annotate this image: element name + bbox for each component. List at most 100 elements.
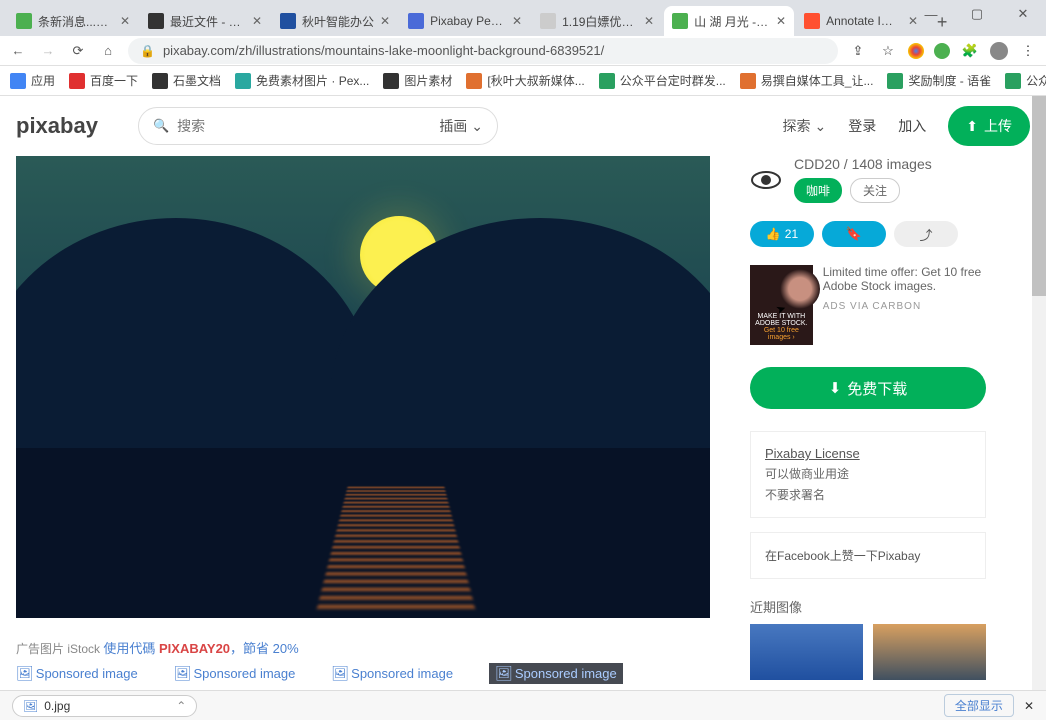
- thumbs-up-icon: 👍: [766, 227, 781, 241]
- tab-favicon: [672, 13, 688, 29]
- facebook-box[interactable]: 在Facebook上赞一下Pixabay: [750, 532, 986, 579]
- sponsored-image[interactable]: Sponsored image: [331, 663, 453, 684]
- close-icon[interactable]: ✕: [120, 14, 130, 28]
- sponsored-image[interactable]: Sponsored image: [16, 663, 138, 684]
- close-icon[interactable]: ✕: [252, 14, 262, 28]
- search-type-dropdown[interactable]: 插画 ⌄: [439, 116, 483, 136]
- chevron-up-icon[interactable]: ⌃: [176, 699, 186, 713]
- recent-image[interactable]: [873, 624, 986, 680]
- ad-text: Limited time offer: Get 10 free Adobe St…: [823, 265, 986, 293]
- sponsored-code: PIXABAY20: [159, 641, 230, 656]
- bookmark-item[interactable]: 奖励制度 - 语雀: [887, 72, 991, 89]
- tab-favicon: [540, 13, 556, 29]
- bookmark-apps[interactable]: 应用: [10, 72, 55, 89]
- tab-title: 山 湖 月光 - Pix: [694, 13, 770, 30]
- sponsored-suffix: ，節省 20%: [230, 641, 299, 656]
- header-nav: 探索⌄ 登录 加入 ⬆上传: [783, 106, 1030, 146]
- author-avatar[interactable]: [750, 170, 782, 190]
- share-icon: ⤴: [919, 225, 932, 244]
- bookmark-item[interactable]: 百度一下: [69, 72, 138, 89]
- share-button[interactable]: ⤴: [894, 221, 958, 247]
- bookmark-favicon: [1005, 73, 1021, 89]
- tab-2[interactable]: 秋叶智能办公✕: [272, 6, 398, 36]
- download-item[interactable]: 🖼 0.jpg ⌃: [12, 695, 197, 717]
- page-content: pixabay 🔍 插画 ⌄ 探索⌄ 登录 加入 ⬆上传 广告图片 iStock: [0, 96, 1046, 690]
- author-row: CDD20 / 1408 images 咖啡 关注: [750, 156, 986, 203]
- scrollbar[interactable]: [1032, 96, 1046, 690]
- close-downloads-icon[interactable]: ✕: [1024, 699, 1034, 713]
- bookmark-item[interactable]: 图片素材: [383, 72, 452, 89]
- lock-icon: 🔒: [140, 44, 155, 58]
- extensions-icon[interactable]: 🧩: [960, 41, 980, 61]
- home-button[interactable]: ⌂: [98, 43, 118, 58]
- tab-5-active[interactable]: 山 湖 月光 - Pix ✕: [664, 6, 794, 36]
- scroll-thumb[interactable]: [1032, 96, 1046, 296]
- follow-button[interactable]: 关注: [850, 178, 900, 203]
- reload-button[interactable]: ⟳: [68, 43, 88, 59]
- close-icon[interactable]: ✕: [380, 14, 390, 28]
- recent-image[interactable]: [750, 624, 863, 680]
- url-text: pixabay.com/zh/illustrations/mountains-l…: [163, 43, 604, 58]
- search-icon: 🔍: [153, 118, 169, 134]
- close-icon[interactable]: ✕: [776, 14, 786, 28]
- license-link[interactable]: Pixabay License: [765, 446, 860, 461]
- sponsored-image[interactable]: Sponsored image: [174, 663, 296, 684]
- upload-icon: ⬆: [966, 118, 978, 135]
- profile-icon[interactable]: [990, 42, 1008, 60]
- search-box[interactable]: 🔍 插画 ⌄: [138, 107, 498, 145]
- minimize-button[interactable]: —: [908, 0, 954, 28]
- back-button[interactable]: ←: [8, 43, 28, 58]
- logo[interactable]: pixabay: [16, 113, 98, 139]
- tab-favicon: [148, 13, 164, 29]
- close-icon[interactable]: ✕: [512, 14, 522, 28]
- sponsored-link[interactable]: 使用代碼: [103, 641, 159, 656]
- bookmark-item[interactable]: 易撰自媒体工具_让...: [740, 72, 874, 89]
- bookmark-button[interactable]: 🔖: [822, 221, 886, 247]
- bookmark-star-icon[interactable]: ☆: [878, 41, 898, 61]
- tab-6[interactable]: Annotate Imag✕: [796, 6, 926, 36]
- join-link[interactable]: 加入: [898, 116, 926, 136]
- bookmark-item[interactable]: 公众平台定时群发...: [599, 72, 726, 89]
- explore-link[interactable]: 探索⌄: [783, 116, 827, 136]
- tab-1[interactable]: 最近文件 - 石墨 ✕: [140, 6, 270, 36]
- bookmark-favicon: [599, 73, 615, 89]
- upload-button[interactable]: ⬆上传: [948, 106, 1030, 146]
- menu-icon[interactable]: ⋮: [1018, 41, 1038, 61]
- tab-title: 最近文件 - 石墨: [170, 13, 246, 30]
- like-button[interactable]: 👍21: [750, 221, 814, 247]
- tab-0[interactable]: 条新消息...收到✕: [8, 6, 138, 36]
- show-all-downloads[interactable]: 全部显示: [944, 694, 1014, 717]
- share-icon[interactable]: ⇪: [848, 41, 868, 61]
- search-input[interactable]: [177, 118, 431, 134]
- sidebar: CDD20 / 1408 images 咖啡 关注 👍21 🔖 ⤴ MAKE I…: [750, 156, 986, 684]
- url-input[interactable]: 🔒 pixabay.com/zh/illustrations/mountains…: [128, 38, 838, 64]
- tab-3[interactable]: Pixabay Pexels ✕: [400, 6, 530, 36]
- sponsored-image[interactable]: Sponsored image: [489, 663, 623, 684]
- bookmark-item[interactable]: 免费素材图片 · Pex...: [235, 72, 369, 89]
- forward-button[interactable]: →: [38, 43, 58, 58]
- bookmark-item[interactable]: 公众号: [1005, 72, 1046, 89]
- toolbar-right: ⇪ ☆ 🧩 ⋮: [848, 41, 1038, 61]
- author-name[interactable]: CDD20 / 1408 images: [794, 156, 932, 172]
- license-line: 不要求署名: [765, 486, 971, 503]
- license-box: Pixabay License 可以做商业用途 不要求署名: [750, 431, 986, 518]
- download-button[interactable]: ⬇免费下载: [750, 367, 986, 409]
- ext2-icon[interactable]: [934, 43, 950, 59]
- login-link[interactable]: 登录: [848, 116, 876, 136]
- main-image[interactable]: [16, 156, 710, 618]
- bookmark-item[interactable]: [秋叶大叔新媒体...: [466, 72, 584, 89]
- coffee-button[interactable]: 咖啡: [794, 178, 842, 203]
- close-icon[interactable]: ✕: [644, 14, 654, 28]
- ad-card[interactable]: MAKE IT WITH ADOBE STOCK. Get 10 free im…: [750, 265, 986, 345]
- close-window-button[interactable]: ✕: [1000, 0, 1046, 28]
- tab-favicon: [804, 13, 820, 29]
- tab-title: Annotate Imag: [826, 14, 902, 28]
- ext1-icon[interactable]: [908, 43, 924, 59]
- tab-4[interactable]: 1.19白嫖优质资✕: [532, 6, 662, 36]
- maximize-button[interactable]: ▢: [954, 0, 1000, 28]
- recent-images: [750, 624, 986, 680]
- bookmark-item[interactable]: 石墨文档: [152, 72, 221, 89]
- main-content: 广告图片 iStock 使用代碼 PIXABAY20，節省 20% Sponso…: [0, 156, 1046, 684]
- tab-title: Pixabay Pexels: [430, 14, 506, 28]
- bookmark-favicon: [152, 73, 168, 89]
